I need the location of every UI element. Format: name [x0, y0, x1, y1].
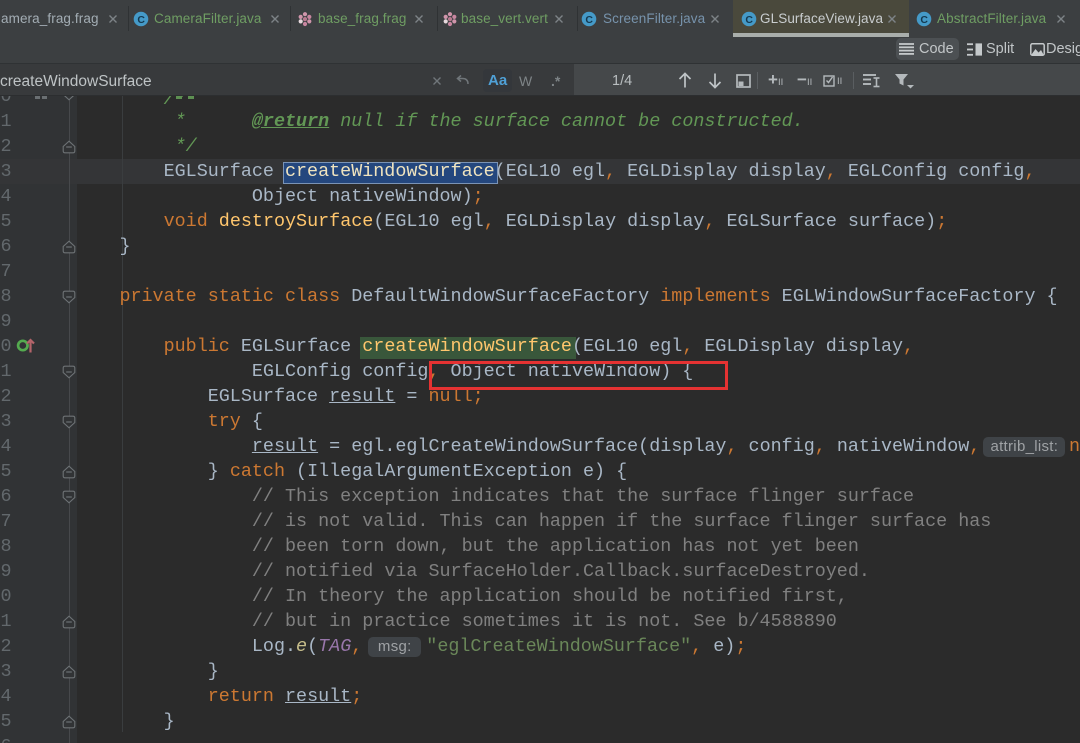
svg-text:C: C	[920, 14, 928, 26]
svg-text:C: C	[137, 14, 145, 26]
svg-text:C: C	[745, 14, 753, 26]
svg-text:C: C	[585, 14, 593, 26]
